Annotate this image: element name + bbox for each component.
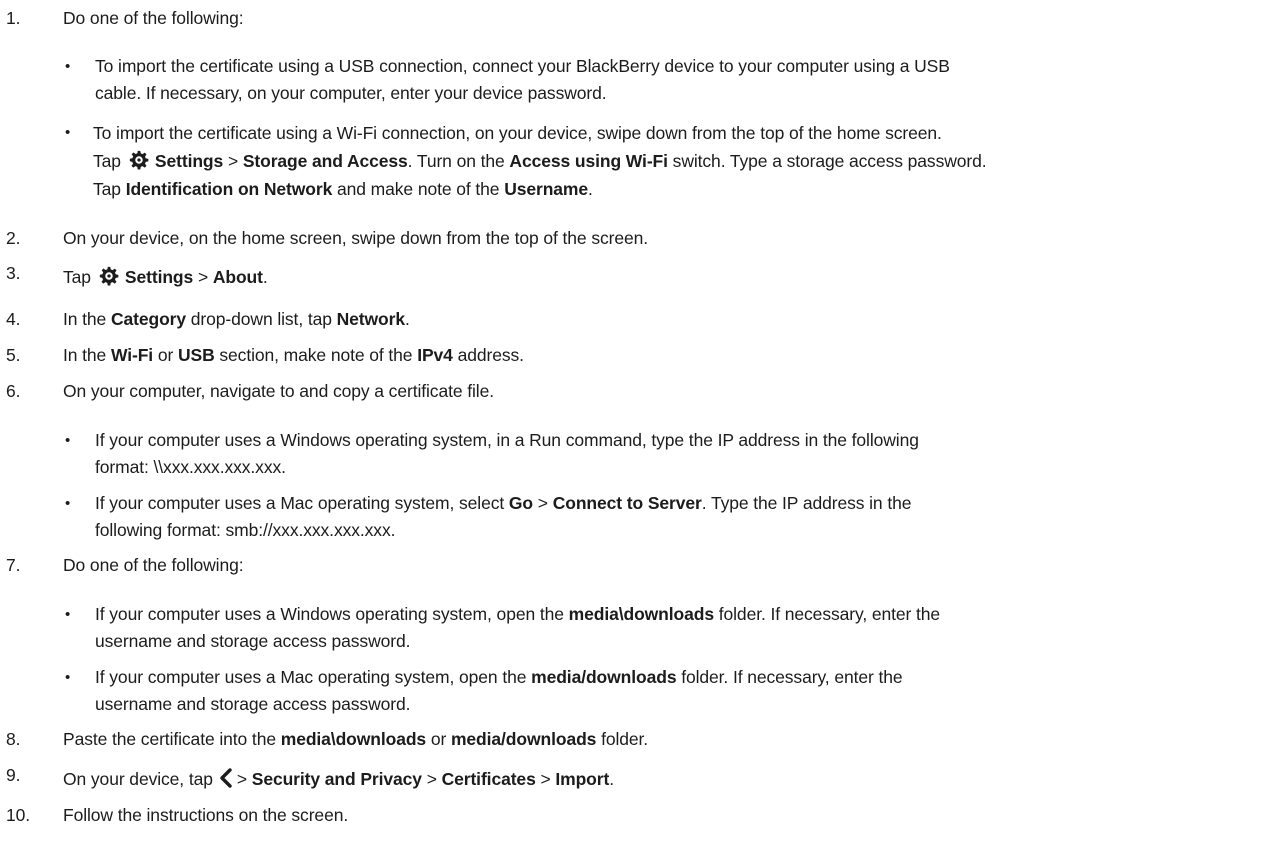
about-label: About xyxy=(212,267,263,287)
settings-label: Settings xyxy=(154,151,224,171)
gear-icon xyxy=(129,150,149,170)
text: Tap xyxy=(93,179,121,199)
text: . Turn on the xyxy=(407,151,505,171)
step-text: Do one of the following: xyxy=(63,8,244,28)
step-text: On your computer, navigate to and copy a… xyxy=(63,381,494,401)
separator: > xyxy=(540,769,551,789)
bullet-line: Tap Settings > Storage and Access. Turn o… xyxy=(93,147,1263,175)
text: address. xyxy=(457,345,524,365)
bullet-line: If your computer uses a Windows operatin… xyxy=(95,601,1263,628)
step-text: In the Wi-Fi or USB section, make note o… xyxy=(63,343,1260,367)
bullet-line: username and storage access password. xyxy=(95,694,411,714)
step-text: Tap Settings > About. xyxy=(63,265,1260,289)
bullet-dot: • xyxy=(65,124,71,141)
text: . xyxy=(588,179,593,199)
separator: > xyxy=(426,769,437,789)
text: Tap xyxy=(93,151,121,171)
separator: > xyxy=(236,769,247,789)
identification-label: Identification on Network xyxy=(125,179,333,199)
bullet-dot: • xyxy=(65,495,71,512)
bullet-line: format: \\xxx.xxx.xxx.xxx. xyxy=(95,457,286,477)
step-text: On your device, on the home screen, swip… xyxy=(63,228,649,248)
ipv4-label: IPv4 xyxy=(417,345,453,365)
text: . xyxy=(609,769,614,789)
text: section, make note of the xyxy=(219,345,413,365)
step-number: 4. xyxy=(6,309,21,329)
bullet-line: Tap Identification on Network and make n… xyxy=(93,175,1263,203)
bullet-line: If your computer uses a Mac operating sy… xyxy=(95,664,1263,691)
text: . xyxy=(262,267,268,287)
bullet-dot: • xyxy=(65,58,71,75)
text: Paste the certificate into the xyxy=(63,729,276,749)
security-and-privacy-label: Security and Privacy xyxy=(251,769,422,789)
text: In the xyxy=(63,345,107,365)
chevron-left-icon xyxy=(220,768,232,788)
username-label: Username xyxy=(504,179,589,199)
text: drop-down list, tap xyxy=(190,309,332,329)
step-number: 10. xyxy=(6,805,31,825)
text: . Type the IP address in the xyxy=(701,493,912,513)
text: switch. Type a storage access password. xyxy=(672,151,987,171)
text: folder. If necessary, enter the xyxy=(718,604,941,624)
separator: > xyxy=(197,267,209,287)
text: or xyxy=(430,729,447,749)
step-text: Do one of the following: xyxy=(63,555,244,575)
folder-label: media/downloads xyxy=(531,667,677,687)
folder-label: media\downloads xyxy=(280,729,427,749)
bullet-line: If your computer uses a Mac operating sy… xyxy=(95,490,1263,517)
category-label: Category xyxy=(110,309,187,329)
access-using-wifi-label: Access using Wi-Fi xyxy=(509,151,668,171)
network-label: Network xyxy=(336,309,405,329)
step-number: 8. xyxy=(6,729,21,749)
separator: > xyxy=(537,493,548,513)
import-label: Import xyxy=(555,769,610,789)
folder-label: media\downloads xyxy=(568,604,714,624)
bullet-line: cable. If necessary, on your computer, e… xyxy=(95,83,607,103)
text: On your device, tap xyxy=(63,769,213,789)
usb-label: USB xyxy=(177,345,215,365)
text: folder. xyxy=(601,729,649,749)
text: If your computer uses a Mac operating sy… xyxy=(95,493,505,513)
text: and make note of the xyxy=(337,179,500,199)
bullet-line: To import the certificate using a USB co… xyxy=(95,56,950,76)
step-text: In the Category drop-down list, tap Netw… xyxy=(63,307,1260,331)
wifi-label: Wi-Fi xyxy=(110,345,154,365)
step-text: Follow the instructions on the screen. xyxy=(63,805,349,825)
step-text: On your device, tap > Security and Privac… xyxy=(63,767,1260,791)
text: folder. If necessary, enter the xyxy=(681,667,903,687)
text: . xyxy=(404,309,410,329)
text: If your computer uses a Windows operatin… xyxy=(95,604,564,624)
bullet-line: If your computer uses a Windows operatin… xyxy=(95,430,919,450)
storage-and-access-label: Storage and Access xyxy=(242,151,408,171)
settings-label: Settings xyxy=(124,267,194,287)
connect-to-server-label: Connect to Server xyxy=(552,493,702,513)
separator: > xyxy=(227,151,239,171)
text: or xyxy=(157,345,174,365)
step-number: 5. xyxy=(6,345,21,365)
bullet-dot: • xyxy=(65,432,71,449)
text: In the xyxy=(63,309,107,329)
text: Tap xyxy=(63,267,91,287)
bullet-line: username and storage access password. xyxy=(95,631,411,651)
text: If your computer uses a Mac operating sy… xyxy=(95,667,527,687)
instruction-document: 1. Do one of the following: • To import … xyxy=(0,0,1266,857)
step-number: 1. xyxy=(6,8,21,28)
bullet-line: To import the certificate using a Wi-Fi … xyxy=(93,123,942,143)
bullet-dot: • xyxy=(65,606,71,623)
go-label: Go xyxy=(508,493,534,513)
folder-label: media/downloads xyxy=(450,729,597,749)
step-text: Paste the certificate into the media\dow… xyxy=(63,727,1260,751)
step-number: 2. xyxy=(6,228,21,248)
step-number: 6. xyxy=(6,381,21,401)
bullet-dot: • xyxy=(65,669,71,686)
step-number: 7. xyxy=(6,555,21,575)
certificates-label: Certificates xyxy=(441,769,536,789)
step-number: 3. xyxy=(6,263,21,283)
step-number: 9. xyxy=(6,765,21,785)
bullet-line: following format: smb://xxx.xxx.xxx.xxx. xyxy=(95,520,396,540)
gear-icon xyxy=(99,266,119,286)
